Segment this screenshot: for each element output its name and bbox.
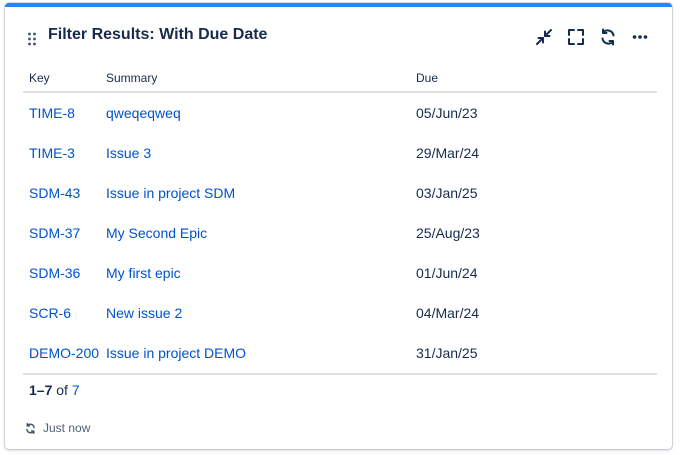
fullscreen-button[interactable] bbox=[564, 25, 588, 49]
refresh-status: Just now bbox=[24, 421, 90, 435]
due-date: 31/Jan/25 bbox=[410, 333, 657, 375]
issue-key-link[interactable]: SDM-37 bbox=[29, 225, 80, 241]
table-row: TIME-3 Issue 3 29/Mar/24 bbox=[23, 133, 657, 173]
issue-summary-link[interactable]: Issue in project DEMO bbox=[106, 345, 246, 361]
issue-summary-link[interactable]: My Second Epic bbox=[106, 225, 207, 241]
issue-key-link[interactable]: SCR-6 bbox=[29, 305, 71, 321]
refresh-status-text: Just now bbox=[43, 421, 91, 435]
drag-handle-icon[interactable] bbox=[27, 32, 37, 46]
pagination: 1–7 of 7 bbox=[29, 382, 80, 398]
due-date: 03/Jan/25 bbox=[416, 185, 478, 201]
refresh-button[interactable] bbox=[596, 25, 620, 49]
gadget-header: Filter Results: With Due Date bbox=[5, 7, 672, 65]
table-row: SDM-43 Issue in project SDM 03/Jan/25 bbox=[23, 173, 657, 213]
issue-summary-link[interactable]: My first epic bbox=[106, 265, 181, 281]
due-date: 25/Aug/23 bbox=[416, 225, 480, 241]
refresh-small-icon bbox=[26, 422, 35, 434]
pagination-range: 1–7 bbox=[29, 382, 53, 398]
more-icon bbox=[632, 35, 648, 39]
filter-results-gadget: Filter Results: With Due Date Key Summar… bbox=[5, 3, 672, 449]
table-row: SCR-6 New issue 2 04/Mar/24 bbox=[23, 293, 657, 333]
issue-summary-link[interactable]: qweqeqweq bbox=[106, 105, 181, 121]
pagination-total-link[interactable]: 7 bbox=[72, 382, 80, 398]
table-row: TIME-8 qweqeqweq 05/Jun/23 bbox=[23, 92, 657, 133]
minimize-button[interactable] bbox=[532, 25, 556, 49]
column-header-due[interactable]: Due bbox=[410, 65, 657, 93]
due-date: 01/Jun/24 bbox=[416, 265, 478, 281]
minimize-icon bbox=[536, 29, 552, 45]
due-date: 04/Mar/24 bbox=[416, 305, 480, 321]
due-date: 05/Jun/23 bbox=[416, 105, 478, 121]
issue-key-link[interactable]: TIME-3 bbox=[29, 145, 75, 161]
issue-key-link[interactable]: TIME-8 bbox=[29, 105, 75, 121]
due-date: 29/Mar/24 bbox=[416, 145, 480, 161]
column-header-key[interactable]: Key bbox=[23, 65, 100, 93]
issue-summary-link[interactable]: Issue in project SDM bbox=[106, 185, 235, 201]
fullscreen-icon bbox=[568, 29, 584, 45]
results-table: Key Summary Due TIME-8 qweqeqweq 05/Jun/… bbox=[23, 65, 657, 375]
issue-summary-link[interactable]: New issue 2 bbox=[106, 305, 182, 321]
issue-key-link[interactable]: DEMO-200 bbox=[29, 345, 99, 361]
issue-summary-link[interactable]: Issue 3 bbox=[106, 145, 151, 161]
gadget-title: Filter Results: With Due Date bbox=[48, 26, 268, 43]
pagination-of: of bbox=[56, 382, 68, 398]
issue-key-link[interactable]: SDM-43 bbox=[29, 185, 80, 201]
issue-key-link[interactable]: SDM-36 bbox=[29, 265, 80, 281]
more-actions-button[interactable] bbox=[628, 25, 652, 49]
table-header-row: Key Summary Due bbox=[23, 65, 657, 93]
refresh-icon bbox=[601, 28, 615, 46]
table-row: DEMO-200 Issue in project DEMO 31/Jan/25 bbox=[23, 333, 657, 375]
table-row: SDM-36 My first epic 01/Jun/24 bbox=[23, 253, 657, 293]
column-header-summary[interactable]: Summary bbox=[100, 65, 410, 93]
table-row: SDM-37 My Second Epic 25/Aug/23 bbox=[23, 213, 657, 253]
